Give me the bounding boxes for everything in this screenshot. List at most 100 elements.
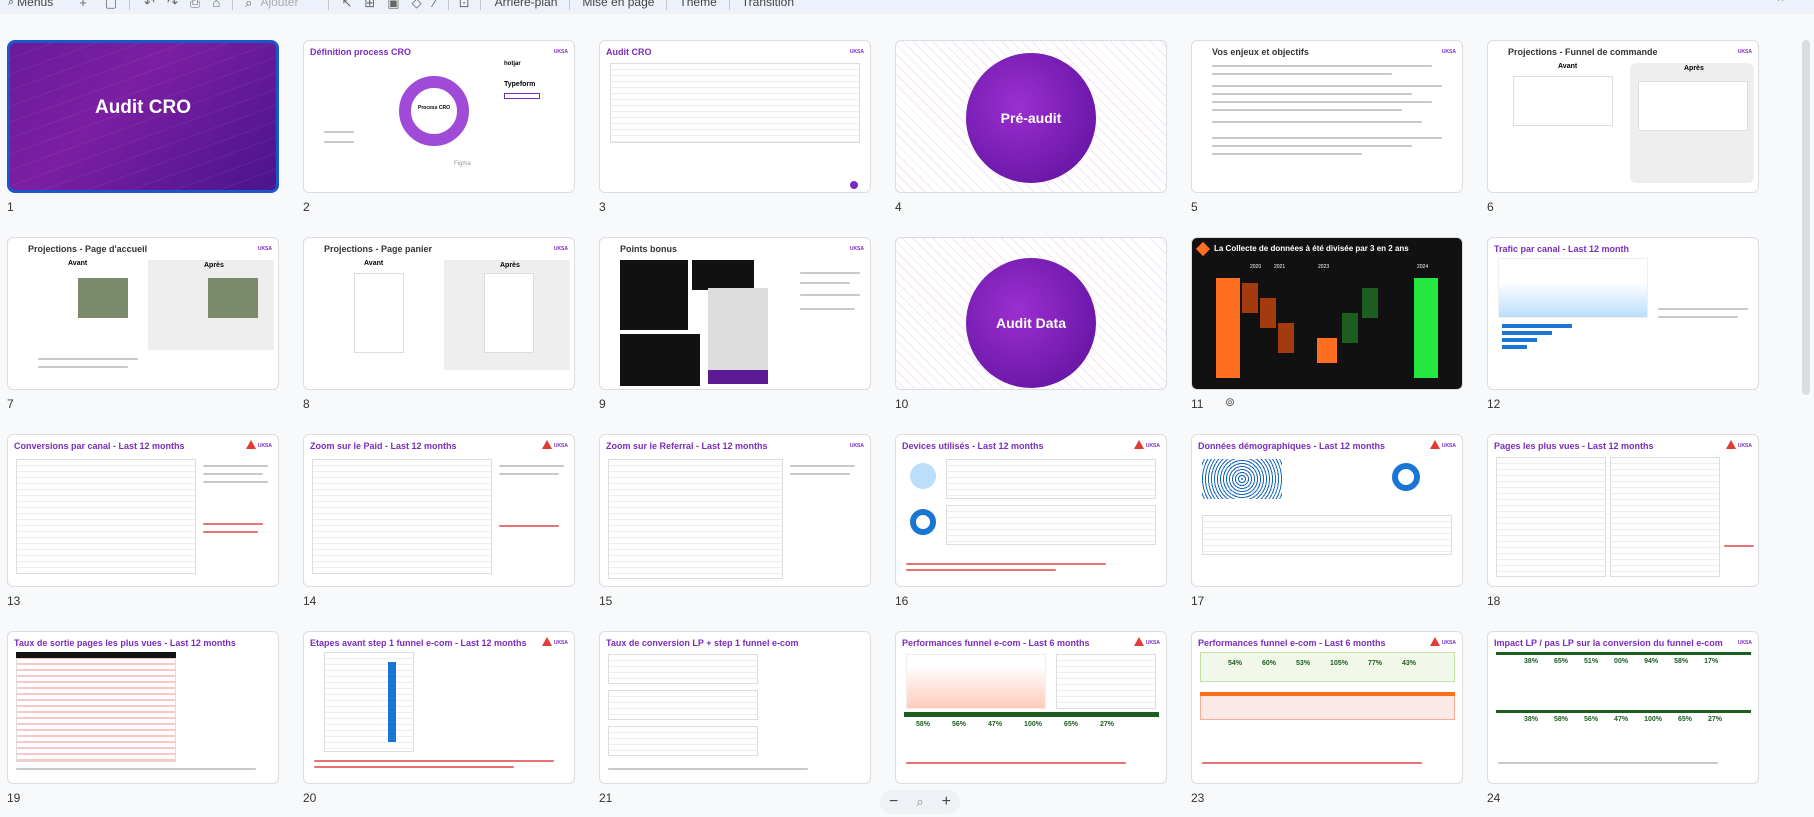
logo: UKSA xyxy=(1737,443,1752,449)
bar xyxy=(1260,298,1276,328)
pct: 27% xyxy=(1099,721,1114,728)
slide-number: 13 xyxy=(7,594,21,608)
slide-18[interactable]: Pages les plus vues - Last 12 months UKS… xyxy=(1487,434,1759,587)
slide-title: Etapes avant step 1 funnel e-com - Last … xyxy=(310,638,527,648)
table-header xyxy=(16,652,176,658)
data-table xyxy=(1610,457,1720,577)
mockup xyxy=(1638,81,1748,131)
bar xyxy=(1242,283,1258,313)
warning-icon xyxy=(1134,440,1144,449)
scrollbar[interactable] xyxy=(1802,40,1810,395)
slide-15[interactable]: Zoom sur le Referral - Last 12 months UK… xyxy=(599,434,871,587)
slide-number: 8 xyxy=(303,397,310,411)
pct: 38% xyxy=(1524,658,1539,665)
slide-1[interactable]: Audit CRO xyxy=(7,40,279,193)
slide-number: 17 xyxy=(1191,594,1205,608)
orange-bar xyxy=(1200,692,1455,696)
link-icon[interactable]: ⊚ xyxy=(1225,395,1235,409)
slide-title: Points bonus xyxy=(620,244,677,254)
slide-title: Projections - Page d'accueil xyxy=(28,244,148,254)
slide-title: Audit CRO xyxy=(606,47,652,57)
slide-number: 20 xyxy=(303,791,317,805)
warning-icon xyxy=(1430,440,1440,449)
slide-16[interactable]: Devices utilisés - Last 12 months UKSA xyxy=(895,434,1167,587)
page-dot xyxy=(850,181,858,189)
pct: 54% xyxy=(1228,660,1243,667)
green-bar xyxy=(1496,710,1751,713)
percent-row: 38% 65% 51% 00% 94% 58% 17% xyxy=(1524,658,1718,665)
pct: 47% xyxy=(1614,716,1629,723)
pct: 00% xyxy=(1614,658,1629,665)
slide-19[interactable]: Taux de sortie pages les plus vues - Las… xyxy=(7,631,279,784)
slide-24[interactable]: Impact LP / pas LP sur la conversion du … xyxy=(1487,631,1759,784)
slide-4[interactable]: Pré-audit xyxy=(895,40,1167,193)
figma-logo: Figma xyxy=(454,161,471,167)
pct: 58% xyxy=(916,721,931,728)
warning-icon xyxy=(246,440,256,449)
warning-icon xyxy=(1430,637,1440,646)
bar xyxy=(1317,338,1337,363)
slide-21[interactable]: Taux de conversion LP + step 1 funnel e-… xyxy=(599,631,871,784)
slide-17[interactable]: Données démographiques - Last 12 months … xyxy=(1191,434,1463,587)
zoom-icon: ⌕ xyxy=(916,794,924,809)
logo: UKSA xyxy=(553,49,568,55)
slide-14[interactable]: Zoom sur le Paid - Last 12 months UKSA xyxy=(303,434,575,587)
slide-9[interactable]: Points bonus UKSA xyxy=(599,237,871,390)
slide-10[interactable]: Audit Data xyxy=(895,237,1167,390)
slide-title: Zoom sur le Paid - Last 12 months xyxy=(310,441,457,451)
logo: UKSA xyxy=(257,246,272,252)
bar xyxy=(1278,323,1294,353)
data-table xyxy=(1056,654,1156,709)
photo xyxy=(78,278,128,318)
pct: 100% xyxy=(1024,721,1042,728)
pie-chart xyxy=(910,463,936,489)
slide-grid: Audit CRO 1 Définition process CRO UKSA … xyxy=(0,0,1814,817)
bar xyxy=(1502,324,1572,328)
logo: UKSA xyxy=(849,246,864,252)
area-chart xyxy=(906,654,1046,709)
data-table xyxy=(16,652,176,762)
zoom-in-button[interactable]: + xyxy=(942,793,951,811)
audit-table xyxy=(610,63,860,143)
logo: UKSA xyxy=(1441,443,1456,449)
slide-12[interactable]: Trafic par canal - Last 12 month xyxy=(1487,237,1759,390)
slide-7[interactable]: Projections - Page d'accueil UKSA Avant … xyxy=(7,237,279,390)
slide-number: 21 xyxy=(599,791,613,805)
slide-5[interactable]: Vos enjeux et objectifs UKSA xyxy=(1191,40,1463,193)
before-label: Avant xyxy=(68,260,88,267)
after-label: Après xyxy=(1684,65,1704,72)
slide-circle: Audit Data xyxy=(966,258,1096,388)
slide-22[interactable]: Performances funnel e-com - Last 6 month… xyxy=(895,631,1167,784)
pct: 65% xyxy=(1677,716,1692,723)
slide-2[interactable]: Définition process CRO UKSA Process CRO … xyxy=(303,40,575,193)
slide-number: 10 xyxy=(895,397,909,411)
dark-panel xyxy=(692,260,754,290)
logo: UKSA xyxy=(257,443,272,449)
logo: UKSA xyxy=(1441,49,1456,55)
slide-1-title: Audit CRO xyxy=(94,97,192,118)
data-table xyxy=(608,726,758,756)
mockup xyxy=(484,273,534,353)
slide-23[interactable]: Performances funnel e-com - Last 6 month… xyxy=(1191,631,1463,784)
green-bar xyxy=(1496,652,1751,655)
slide-number: 11 xyxy=(1191,397,1204,411)
slide-number: 2 xyxy=(303,200,310,214)
pct: 58% xyxy=(1554,716,1569,723)
logo: UKSA xyxy=(849,49,864,55)
slide-20[interactable]: Etapes avant step 1 funnel e-com - Last … xyxy=(303,631,575,784)
slide-3[interactable]: Audit CRO UKSA xyxy=(599,40,871,193)
slide-6[interactable]: Projections - Funnel de commande UKSA Av… xyxy=(1487,40,1759,193)
badge xyxy=(504,93,540,99)
slide-11[interactable]: La Collecte de données à été divisée par… xyxy=(1191,237,1463,390)
year-label: 2020 xyxy=(1250,264,1262,270)
pct: 105% xyxy=(1330,660,1348,667)
zoom-out-button[interactable]: − xyxy=(889,793,898,811)
slide-number: 6 xyxy=(1487,200,1494,214)
green-bar xyxy=(904,712,1159,717)
slide-number: 16 xyxy=(895,594,909,608)
slide-number: 14 xyxy=(303,594,317,608)
pct: 56% xyxy=(1584,716,1599,723)
pct: 53% xyxy=(1296,660,1311,667)
slide-8[interactable]: Projections - Page panier UKSA Avant Apr… xyxy=(303,237,575,390)
slide-13[interactable]: Conversions par canal - Last 12 months U… xyxy=(7,434,279,587)
